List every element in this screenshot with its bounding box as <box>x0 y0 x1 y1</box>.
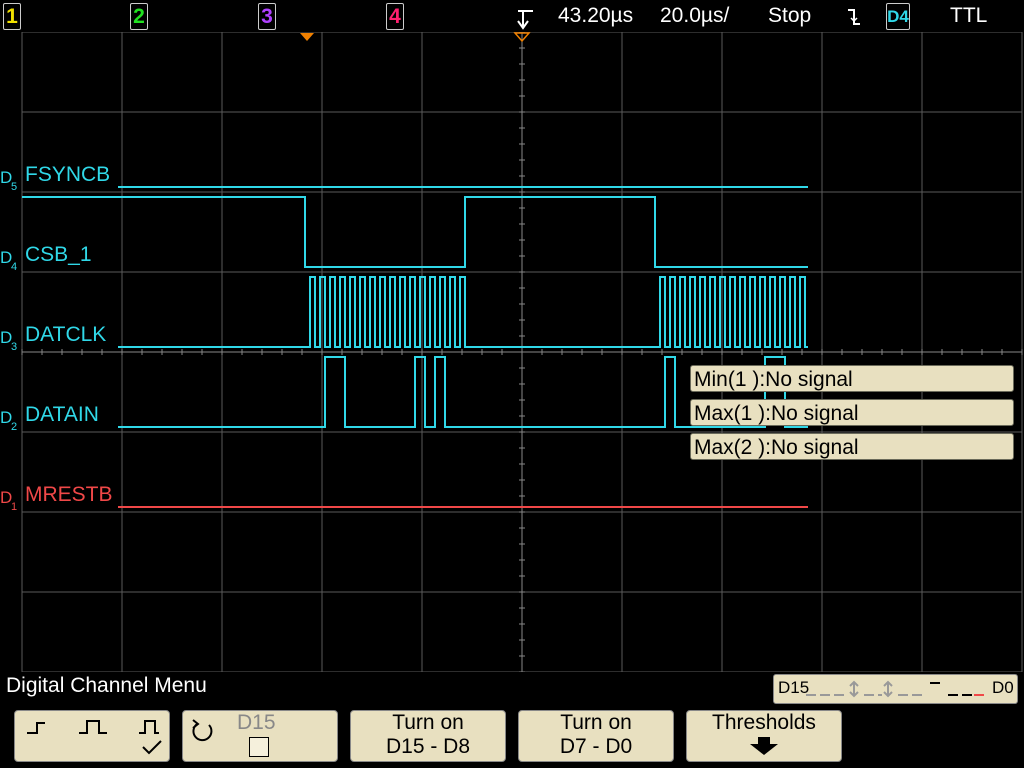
measurement-min-1: Min(1 ):No signal <box>690 365 1014 392</box>
channel-label-mrestb: MRESTB <box>25 483 113 506</box>
bus-high-label: D15 <box>778 678 810 697</box>
time-offset-readout: 43.20µs <box>558 4 634 27</box>
channel-id-index: 1 <box>11 501 17 513</box>
channel-3-button[interactable]: 3 <box>258 3 276 30</box>
pulse-shape-icons <box>27 720 162 755</box>
channel-4-label: 4 <box>389 5 401 28</box>
timebase-readout: 20.0µs/ <box>660 4 730 27</box>
trace-d4 <box>22 196 808 268</box>
channel-label-datain: DATAIN <box>25 403 99 426</box>
bus-activity-icon <box>806 680 984 698</box>
rotate-knob-icon <box>192 719 213 742</box>
submenu-arrow-icon <box>750 737 778 755</box>
turn-on-d15-d8-softkey[interactable]: Turn on D15 - D8 <box>350 710 506 762</box>
channel-label-csb_1: CSB_1 <box>25 243 92 266</box>
measurement-max-1: Max(1 ):No signal <box>690 399 1014 426</box>
turn-on-d7-d0-softkey[interactable]: Turn on D7 - D0 <box>518 710 674 762</box>
measurement-max-2: Max(2 ):No signal <box>690 433 1014 460</box>
turn-on-low-line1: Turn on <box>560 711 632 734</box>
channel-id-index: 5 <box>11 181 17 193</box>
bus-low-label: D0 <box>992 678 1014 697</box>
channel-labels: D5FSYNCBD4CSB_1D3DATCLKD2DATAIND1MRESTB <box>0 163 113 513</box>
low-pulse-icon <box>27 722 45 734</box>
digital-bus-indicator: D15 D0 <box>773 674 1018 704</box>
turn-on-high-line1: Turn on <box>392 711 464 734</box>
channel-1-button[interactable]: 1 <box>3 3 21 30</box>
status-bar: 1 2 3 4 43.20µs 20.0µs/ Stop D4 TTL <box>0 0 1024 32</box>
channel-3-label: 3 <box>261 5 273 28</box>
channel-2-label: 2 <box>133 5 145 28</box>
channel-4-button[interactable]: 4 <box>386 3 404 30</box>
trigger-source-button[interactable]: D4 <box>886 3 910 30</box>
waveform-display[interactable]: D5FSYNCBD4CSB_1D3DATCLKD2DATAIND1MRESTB <box>0 32 1024 672</box>
channel-2-button[interactable]: 2 <box>130 3 148 30</box>
channel-select-label: D15 <box>237 711 276 734</box>
channel-id-index: 4 <box>11 261 17 273</box>
turn-on-high-line2: D15 - D8 <box>385 735 471 758</box>
graticule <box>21 32 1023 672</box>
run-state: Stop <box>768 4 812 27</box>
channel-select-softkey[interactable]: D15 <box>182 710 338 762</box>
trigger-level-readout: TTL <box>950 4 988 27</box>
channel-enable-checkbox[interactable] <box>249 737 269 757</box>
thresholds-softkey[interactable]: Thresholds <box>686 710 842 762</box>
threshold-shape-softkey[interactable] <box>14 710 170 762</box>
trigger-position-marker <box>300 33 314 41</box>
time-reference-icon <box>517 10 533 30</box>
channel-label-fsyncb: FSYNCB <box>25 163 110 186</box>
falling-edge-icon <box>848 9 860 25</box>
checkmark-icon <box>142 740 162 755</box>
turn-on-low-line2: D7 - D0 <box>559 735 633 758</box>
menu-title: Digital Channel Menu <box>6 674 207 697</box>
channel-1-label: 1 <box>6 5 18 28</box>
channel-id-index: 3 <box>11 341 17 353</box>
channel-label-datclk: DATCLK <box>25 323 106 346</box>
pulse-icon <box>139 720 159 734</box>
trigger-source-label: D4 <box>887 7 909 26</box>
channel-id-index: 2 <box>11 421 17 433</box>
high-pulse-icon <box>79 720 107 734</box>
thresholds-label: Thresholds <box>712 711 816 734</box>
